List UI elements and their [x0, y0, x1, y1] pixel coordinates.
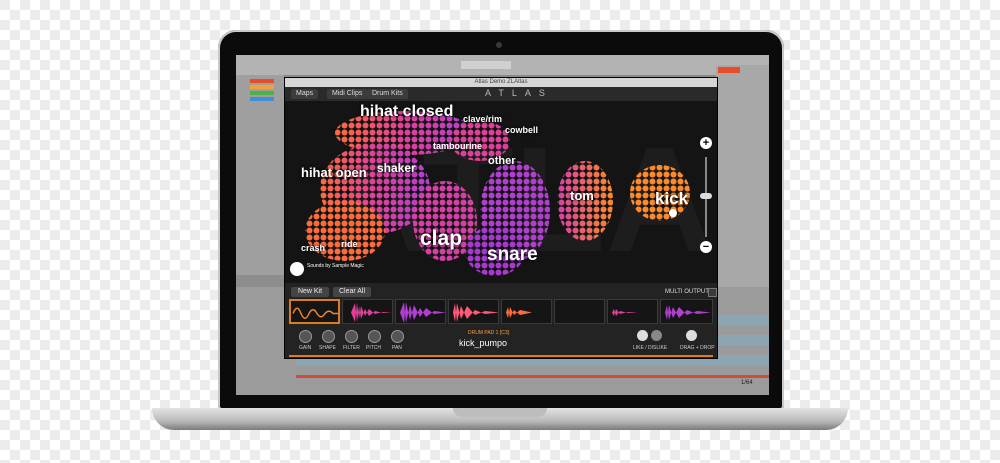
- daw-mixer: [716, 65, 769, 295]
- filter-knob[interactable]: [345, 330, 358, 343]
- map-label-ride: ride: [341, 239, 358, 249]
- pitch-knob[interactable]: [368, 330, 381, 343]
- drum-pad-3[interactable]: [395, 299, 446, 324]
- kit-controls: New Kit Clear All MULTI OUTPUT GAIN SHAP…: [285, 283, 717, 358]
- clear-all-button[interactable]: Clear All: [333, 287, 371, 297]
- map-label-tom: tom: [570, 188, 594, 203]
- map-label-shaker: shaker: [377, 161, 416, 175]
- drum-pads: [289, 299, 713, 324]
- logo-text: Sounds by Sample Magic: [307, 263, 364, 269]
- knob-label-filter: FILTER: [343, 345, 360, 351]
- drum-pad-label: DRUM PAD 1 [C3]: [468, 330, 510, 336]
- knob-label-pitch: PITCH: [366, 345, 381, 351]
- camera-icon: [496, 42, 502, 48]
- window-title: Atlas Demo ZLAtlas: [285, 78, 717, 87]
- tab-maps[interactable]: Maps: [291, 89, 319, 99]
- atlas-plugin-window: Atlas Demo ZLAtlas Maps Midi Clips Drum …: [284, 77, 718, 359]
- map-label-other: other: [488, 155, 516, 167]
- drum-pad-1[interactable]: [289, 299, 340, 324]
- pan-knob[interactable]: [391, 330, 404, 343]
- drum-pad-5[interactable]: [501, 299, 552, 324]
- gain-knob[interactable]: [299, 330, 312, 343]
- drum-pad-4[interactable]: [448, 299, 499, 324]
- daw-browser: [236, 75, 284, 275]
- quantize-label: 1/64: [741, 380, 753, 386]
- drum-pad-6[interactable]: [554, 299, 605, 324]
- like-icon[interactable]: [637, 330, 648, 341]
- like-dislike-label: LIKE / DISLIKE: [633, 345, 668, 351]
- tab-drum-kits[interactable]: Drum Kits: [367, 89, 408, 99]
- knob-label-shape: SHAPE: [319, 345, 336, 351]
- map-label-tambourine: tambourine: [433, 141, 483, 151]
- tab-bar: Maps Midi Clips Drum Kits ATLAS: [285, 87, 717, 101]
- drum-pad-7[interactable]: [607, 299, 658, 324]
- zoom-in-button[interactable]: +: [700, 137, 712, 149]
- screen: 1/64 Atlas Demo ZLAtlas Maps Midi Clips …: [236, 55, 769, 395]
- map-label-snare: snare: [487, 244, 538, 265]
- drum-pad-8[interactable]: [660, 299, 713, 324]
- dislike-icon[interactable]: [651, 330, 662, 341]
- brand-title: ATLAS: [485, 88, 553, 98]
- map-label-cowbell: cowbell: [505, 125, 539, 135]
- multi-output-label: MULTI OUTPUT: [665, 289, 709, 295]
- map-label-clave-rim: clave/rim: [463, 114, 503, 124]
- map-label-hihat-closed: hihat closed: [360, 103, 454, 120]
- sample-name: kick_pumpo: [459, 338, 508, 348]
- map-label-clap: clap: [420, 227, 463, 250]
- knob-label-gain: GAIN: [299, 345, 312, 351]
- sample-magic-logo-icon: [290, 262, 304, 276]
- drag-drop-label: DRAG + DROP: [680, 345, 715, 351]
- map-label-crash: crash: [301, 243, 326, 253]
- daw-toolbar: [236, 55, 769, 76]
- laptop-notch: [453, 408, 547, 417]
- new-kit-button[interactable]: New Kit: [291, 287, 329, 297]
- shape-knob[interactable]: [322, 330, 335, 343]
- zoom-slider-thumb[interactable]: [700, 193, 712, 199]
- zoom-out-button[interactable]: −: [700, 241, 712, 253]
- tab-midi-clips[interactable]: Midi Clips: [327, 89, 368, 99]
- sample-map[interactable]: ATLA hihat closed clave/rim cowbell tamb…: [285, 101, 717, 283]
- multi-output-checkbox[interactable]: [708, 288, 717, 297]
- selection-line: [289, 355, 713, 357]
- drum-pad-2[interactable]: [342, 299, 393, 324]
- map-label-hihat-open: hihat open: [301, 165, 367, 180]
- map-label-kick: kick: [655, 189, 689, 208]
- knob-label-pan: PAN: [392, 345, 402, 351]
- drag-drop-icon[interactable]: [686, 330, 697, 341]
